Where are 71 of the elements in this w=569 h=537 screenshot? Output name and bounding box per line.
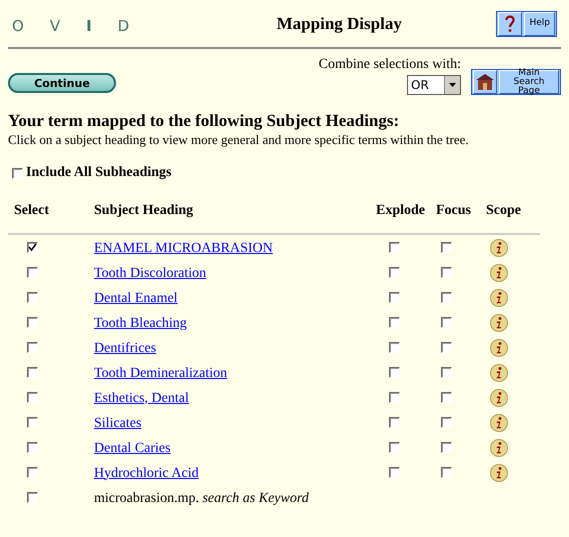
info-icon[interactable] (490, 464, 508, 482)
column-header: Scope (485, 203, 522, 219)
info-icon[interactable] (490, 438, 508, 456)
subject-heading-link[interactable]: Esthetics, Dental (88, 390, 189, 406)
select-checkbox[interactable] (27, 467, 38, 478)
focus-checkbox[interactable] (441, 442, 452, 453)
dropdown-arrow-icon (449, 83, 456, 87)
explode-checkbox[interactable] (389, 342, 400, 353)
select-checkbox[interactable] (27, 417, 38, 428)
info-icon[interactable] (490, 414, 508, 432)
subject-heading-link[interactable]: Tooth Discoloration (88, 266, 206, 280)
select-checkbox[interactable] (27, 242, 38, 253)
column-header: Explode (375, 203, 426, 219)
question-mark-icon (505, 14, 516, 32)
select-checkbox[interactable] (27, 442, 38, 453)
info-icon[interactable] (490, 314, 508, 332)
page-title: Mapping Display (276, 14, 403, 34)
house-icon (476, 74, 494, 90)
explode-checkbox[interactable] (389, 267, 400, 278)
select-checkbox[interactable] (27, 492, 38, 503)
focus-checkbox[interactable] (441, 342, 452, 353)
subject-heading-link[interactable]: Tooth Demineralization (88, 366, 228, 380)
focus-checkbox[interactable] (441, 292, 452, 303)
include-subheadings-label: Include All Subheadings (26, 165, 172, 181)
focus-checkbox[interactable] (441, 242, 452, 253)
select-checkbox[interactable] (27, 267, 38, 278)
explode-checkbox[interactable] (389, 392, 400, 403)
subject-heading-link[interactable]: Dental Enamel (88, 290, 178, 306)
select-checkbox[interactable] (27, 392, 38, 403)
keyword-search-text: microabrasion.mp. search as Keyword (93, 490, 309, 506)
focus-checkbox[interactable] (441, 267, 452, 278)
info-icon[interactable] (490, 288, 508, 306)
include-checkbox[interactable] (12, 168, 23, 178)
focus-checkbox[interactable] (441, 367, 452, 378)
ovid-logo: O V I D (12, 16, 130, 34)
focus-checkbox[interactable] (441, 392, 452, 403)
explode-checkbox[interactable] (389, 467, 400, 478)
focus-checkbox[interactable] (441, 317, 452, 328)
column-header: Select (13, 203, 50, 219)
info-icon[interactable] (490, 364, 508, 382)
explode-checkbox[interactable] (389, 292, 400, 303)
subject-heading-link[interactable]: Tooth Bleaching (88, 316, 187, 330)
instructions-text: Click on a subject heading to view more general and more specific terms within the tree. (8, 132, 470, 148)
focus-checkbox[interactable] (441, 417, 452, 428)
info-icon[interactable] (490, 388, 508, 406)
continue-button[interactable]: Continue (8, 73, 116, 93)
select-checkbox[interactable] (27, 317, 38, 328)
focus-checkbox[interactable] (441, 467, 452, 478)
main-search-page-button[interactable]: Main Search Page (471, 69, 561, 95)
explode-checkbox[interactable] (389, 417, 400, 428)
subject-heading-link[interactable]: Dentifrices (88, 340, 156, 356)
subject-heading-link[interactable]: Silicates (88, 416, 142, 430)
select-checkbox[interactable] (27, 342, 38, 353)
mapping-heading: Your term mapped to the following Subject Headings: (8, 111, 400, 131)
explode-checkbox[interactable] (389, 367, 400, 378)
info-icon[interactable] (490, 238, 508, 256)
select-checkbox[interactable] (27, 367, 38, 378)
select-checkbox[interactable] (27, 292, 38, 303)
subject-heading-link[interactable]: ENAMEL MICROABRASION (88, 240, 273, 256)
info-icon[interactable] (490, 264, 508, 282)
combine-select[interactable]: OR (407, 75, 461, 95)
explode-checkbox[interactable] (389, 242, 400, 253)
help-button[interactable]: Help (496, 10, 557, 36)
combine-label: Combine selections with: (318, 57, 461, 73)
column-header: Subject Heading (93, 203, 194, 219)
subject-heading-link[interactable]: Dental Caries (88, 440, 171, 456)
explode-checkbox[interactable] (389, 317, 400, 328)
column-header: Focus (435, 203, 472, 219)
info-icon[interactable] (490, 338, 508, 356)
subject-heading-link[interactable]: Hydrochloric Acid (88, 466, 199, 480)
explode-checkbox[interactable] (389, 442, 400, 453)
